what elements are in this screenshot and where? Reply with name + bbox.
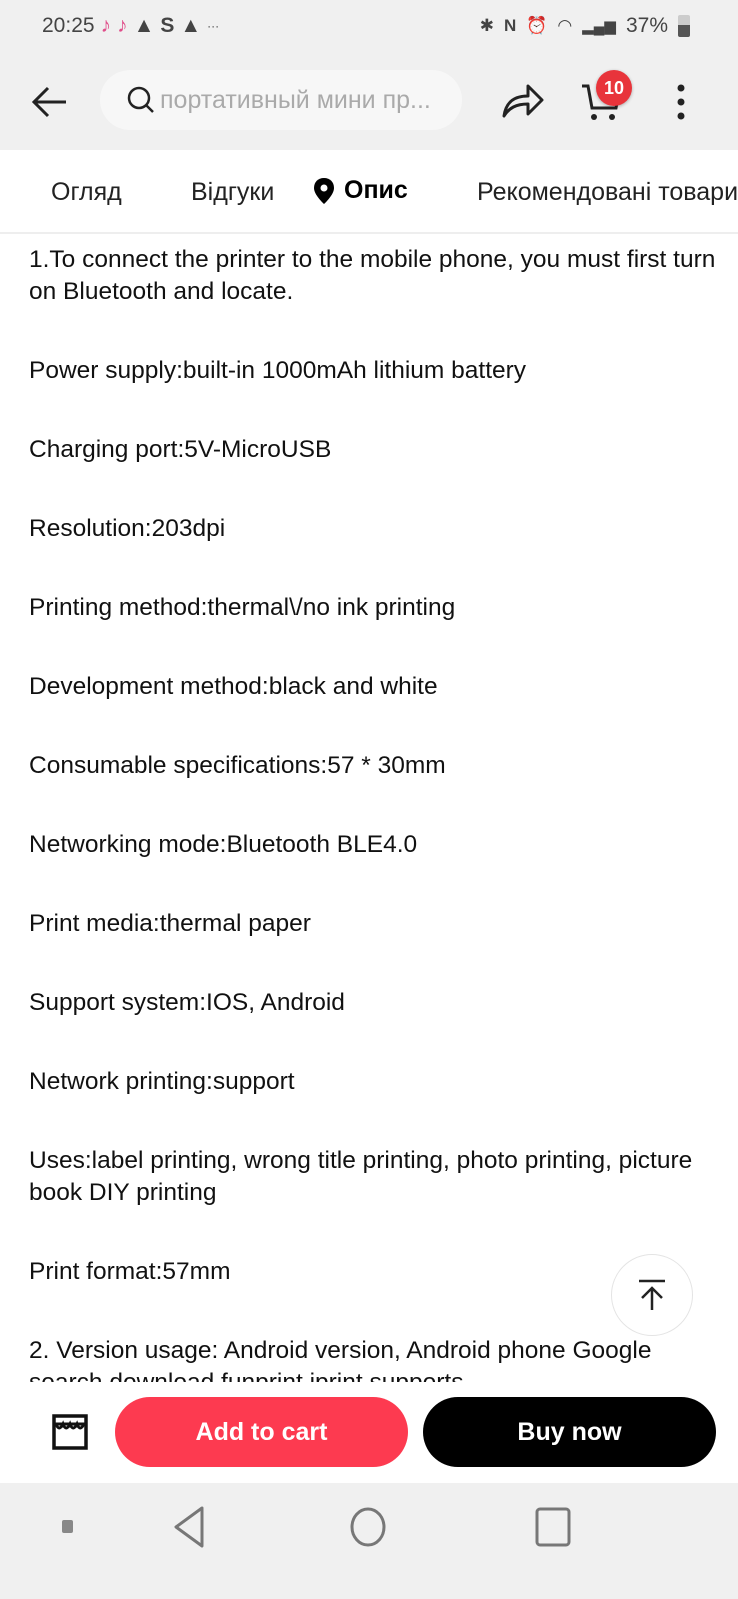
description-paragraph: Print media:thermal paper xyxy=(29,910,311,937)
description-paragraph: Support system:IOS, Android xyxy=(29,989,345,1016)
description-paragraph: Uses:label printing, wrong title printin… xyxy=(29,1147,693,1206)
nav-home-icon[interactable] xyxy=(350,1507,386,1547)
description-paragraph: Networking mode:Bluetooth BLE4.0 xyxy=(29,831,418,858)
description-paragraph: Power supply:built-in 1000mAh lithium ba… xyxy=(29,357,527,384)
battery-icon xyxy=(678,15,690,37)
share-icon[interactable] xyxy=(500,80,546,120)
nav-back-icon[interactable] xyxy=(172,1505,206,1549)
description-paragraph: Development method:black and white xyxy=(29,673,438,700)
location-pin-icon xyxy=(314,177,334,204)
bottom-action-bar: Add to cart Buy now xyxy=(0,1382,738,1483)
description-paragraph: Resolution:203dpi xyxy=(29,515,226,542)
wifi-icon: ◠ xyxy=(557,16,573,35)
tab-reviews[interactable]: Відгуки xyxy=(191,178,274,207)
description-paragraph: Consumable specifications:57 * 30mm xyxy=(29,752,446,779)
warning-icon: ▲ xyxy=(180,14,202,37)
back-arrow-icon[interactable] xyxy=(30,82,70,122)
buy-now-button[interactable]: Buy now xyxy=(423,1397,716,1467)
warning-icon: ▲ xyxy=(133,14,155,37)
tab-description[interactable]: Опис xyxy=(314,176,408,205)
status-bar: 20:25 ♪ ♪ ▲ S ▲ ··· ✱ N ⏰ ◠ ▂▄▆ 37% xyxy=(0,0,738,52)
nfc-icon: N xyxy=(503,16,517,35)
nav-dot-icon xyxy=(62,1520,73,1533)
s-icon: S xyxy=(160,14,175,37)
tiktok-icon: ♪ xyxy=(100,14,112,37)
product-description: 1.To connect the printer to the mobile p… xyxy=(29,244,719,1382)
more-dots-icon: ··· xyxy=(207,19,220,33)
nav-recents-icon[interactable] xyxy=(535,1507,571,1547)
system-nav-bar xyxy=(0,1483,738,1599)
description-paragraph: Network printing:support xyxy=(29,1068,295,1095)
tiktok-icon: ♪ xyxy=(117,14,128,37)
arrow-up-icon xyxy=(639,1279,665,1310)
store-icon[interactable] xyxy=(52,1414,88,1450)
description-paragraph: Printing method:thermal\/no ink printing xyxy=(29,594,456,621)
add-to-cart-button[interactable]: Add to cart xyxy=(115,1397,408,1467)
search-icon xyxy=(127,86,154,113)
cart-count-badge: 10 xyxy=(596,70,632,106)
description-paragraph: Charging port:5V-MicroUSB xyxy=(29,436,332,463)
scroll-to-top-button[interactable] xyxy=(611,1254,693,1336)
search-placeholder: портативный мини пр... xyxy=(160,85,431,114)
tab-overview[interactable]: Огляд xyxy=(51,178,122,207)
description-paragraph: 1.To connect the printer to the mobile p… xyxy=(29,246,716,305)
search-input[interactable]: портативный мини пр... xyxy=(100,70,462,130)
signal-icon: ▂▄▆ xyxy=(582,18,616,35)
header: портативный мини пр... 10 xyxy=(0,52,738,150)
bluetooth-icon: ✱ xyxy=(479,16,494,35)
description-paragraph: 2. Version usage: Android version, Andro… xyxy=(29,1337,652,1382)
battery-text: 37% xyxy=(625,14,668,37)
tab-recommended[interactable]: Рекомендовані товари xyxy=(477,178,738,207)
status-time: 20:25 xyxy=(42,14,95,37)
more-menu-icon[interactable] xyxy=(676,84,686,120)
alarm-icon: ⏰ xyxy=(526,16,548,35)
tab-description-label: Опис xyxy=(344,176,408,204)
section-tabs: Огляд Відгуки Опис Рекомендовані товари xyxy=(0,150,738,234)
